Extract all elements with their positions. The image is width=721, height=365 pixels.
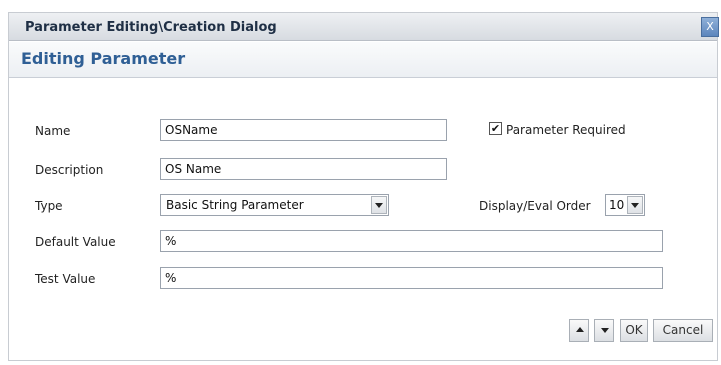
default-value-label: Default Value [35, 235, 116, 249]
section-header: Editing Parameter [9, 42, 717, 78]
default-value-field[interactable]: % [160, 230, 663, 252]
dialog-titlebar: Parameter Editing\Creation Dialog X [9, 13, 719, 41]
display-order-label: Display/Eval Order [479, 199, 591, 213]
display-order-value: 10 [609, 198, 625, 212]
ok-button[interactable]: OK [620, 319, 648, 342]
display-order-select[interactable]: 10 [605, 194, 645, 216]
dialog-title: Parameter Editing\Creation Dialog [25, 20, 277, 35]
chevron-down-icon[interactable] [371, 196, 387, 214]
description-label: Description [35, 163, 104, 177]
close-button[interactable]: X [701, 17, 719, 37]
parameter-required-label: Parameter Required [506, 123, 626, 137]
test-value-field[interactable]: % [160, 267, 663, 289]
move-down-button[interactable] [594, 319, 614, 342]
name-field[interactable]: OSName [160, 119, 447, 141]
parameter-required-checkbox[interactable]: ✔ [489, 122, 502, 135]
move-up-button[interactable] [569, 319, 589, 342]
type-label: Type [35, 199, 63, 213]
description-field[interactable]: OS Name [160, 158, 447, 180]
test-value-label: Test Value [35, 272, 96, 286]
type-select[interactable]: Basic String Parameter [160, 194, 389, 216]
parameter-dialog: Parameter Editing\Creation Dialog X Edit… [8, 12, 719, 361]
type-select-value: Basic String Parameter [166, 198, 304, 212]
name-label: Name [35, 124, 71, 138]
chevron-down-icon[interactable] [627, 196, 643, 214]
section-title: Editing Parameter [21, 49, 186, 68]
cancel-button[interactable]: Cancel [653, 319, 713, 342]
